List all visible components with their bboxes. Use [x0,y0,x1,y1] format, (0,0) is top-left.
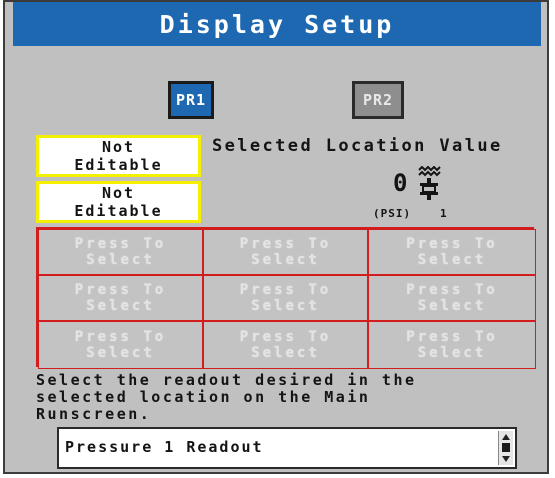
select-cell-2-2[interactable]: Press To Select [203,275,368,321]
select-cell-3-2[interactable]: Press To Select [203,321,368,369]
not-editable-box-1: Not Editable [36,135,201,177]
page-title: Display Setup [13,2,541,46]
unit-label: (PSI) [373,207,412,220]
not-editable-line2: Editable [74,156,163,174]
scroll-up-icon[interactable] [502,434,510,440]
device-frame: Display Setup PR1 PR2 Not Editable Not E… [0,0,555,478]
sensor-number: 1 [440,207,447,220]
select-cell-2-1[interactable]: Press To Select [38,275,203,321]
pr1-button[interactable]: PR1 [168,81,214,119]
display-screen: Display Setup PR1 PR2 Not Editable Not E… [3,0,549,474]
not-editable-line1: Not [101,138,136,156]
select-cell-1-2[interactable]: Press To Select [203,229,368,275]
selected-location-label: Selected Location Value [212,136,503,156]
pressure-sensor-icon [418,166,441,200]
scroll-arrows-icon[interactable] [498,431,513,465]
selected-location-value: 0 [393,169,408,197]
select-cell-3-1[interactable]: Press To Select [38,321,203,369]
scroll-down-icon[interactable] [502,456,510,462]
readout-selector[interactable]: Pressure 1 Readout [57,427,517,469]
not-editable-line2: Editable [74,202,163,220]
readout-value: Pressure 1 Readout [65,438,264,456]
not-editable-line1: Not [101,184,136,202]
not-editable-box-2: Not Editable [36,181,201,223]
select-cell-2-3[interactable]: Press To Select [368,275,536,321]
location-select-grid: Press To Select Press To Select Press To… [36,227,536,369]
select-cell-3-3[interactable]: Press To Select [368,321,536,369]
scroll-thumb[interactable] [502,443,510,452]
select-cell-1-3[interactable]: Press To Select [368,229,536,275]
select-cell-1-1[interactable]: Press To Select [38,229,203,275]
pr2-button[interactable]: PR2 [352,81,404,119]
instructions-text: Select the readout desired in the select… [36,371,417,423]
